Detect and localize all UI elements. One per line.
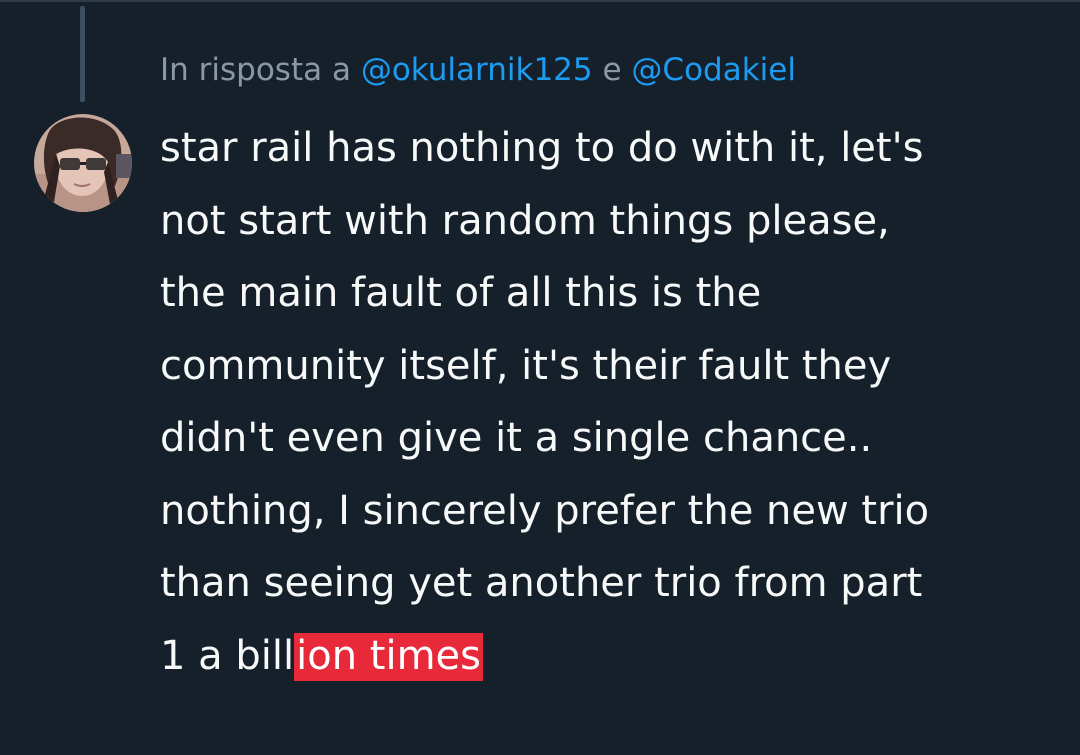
tweet-line-5: didn't even give it a single chance..: [160, 415, 873, 461]
reply-mention-codakiel[interactable]: @Codakiel: [631, 52, 796, 88]
thread-connector-line: [80, 6, 85, 102]
tweet-line-7: than seeing yet another trio from part: [160, 560, 923, 606]
reply-prefix: In risposta a: [160, 52, 351, 88]
user-avatar[interactable]: [34, 114, 132, 212]
tweet-line-2: not start with random things please,: [160, 197, 890, 244]
avatar-image-icon: [34, 114, 132, 212]
tweet-text: star rail has nothing to do with it, let…: [160, 112, 1060, 692]
reply-context: In risposta a @okularnik125 e @Codakiel: [160, 49, 796, 91]
top-divider: [0, 0, 1080, 2]
reply-conjunction: e: [602, 52, 622, 88]
tweet-line-3: the main fault of all this is the: [160, 270, 762, 316]
reply-mention-okularnik125[interactable]: @okularnik125: [361, 52, 593, 88]
text-selection-highlight[interactable]: ion times: [294, 632, 483, 681]
tweet-reply-screen: In risposta a @okularnik125 e @Codakiel …: [0, 0, 1080, 755]
tweet-line-4: community itself, it's their fault they: [160, 342, 892, 389]
tweet-line-8: 1 a billion times: [160, 620, 1060, 693]
tweet-line-8-plain: 1 a bill: [160, 632, 295, 679]
tweet-line-1: star rail has nothing to do with it, let…: [160, 125, 924, 171]
tweet-line-6: nothing, I sincerely prefer the new trio: [160, 487, 930, 534]
